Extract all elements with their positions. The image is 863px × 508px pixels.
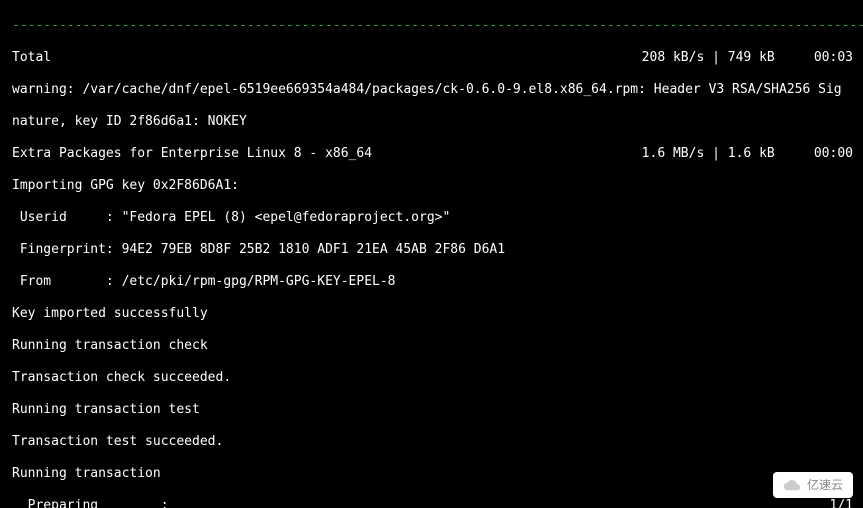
total-stats: 208 kB/s | 749 kB 00:03 bbox=[642, 50, 863, 66]
key-imported-line: Key imported successfully bbox=[12, 306, 863, 322]
extra-packages-line: Extra Packages for Enterprise Linux 8 - … bbox=[12, 146, 863, 162]
separator-line: ----------------------------------------… bbox=[12, 18, 863, 34]
gpg-userid-line: Userid : "Fedora EPEL (8) <epel@fedorapr… bbox=[12, 210, 863, 226]
total-label: Total bbox=[12, 50, 51, 66]
terminal-output: ----------------------------------------… bbox=[0, 0, 863, 508]
extra-packages-stats: 1.6 MB/s | 1.6 kB 00:00 bbox=[642, 146, 863, 162]
cloud-icon bbox=[783, 476, 801, 494]
running-transaction-line: Running transaction bbox=[12, 466, 863, 482]
watermark-badge: 亿速云 bbox=[773, 472, 853, 498]
transaction-test-succeeded-line: Transaction test succeeded. bbox=[12, 434, 863, 450]
warning-line-2: nature, key ID 2f86d6a1: NOKEY bbox=[12, 114, 863, 130]
running-transaction-check-line: Running transaction check bbox=[12, 338, 863, 354]
watermark-text: 亿速云 bbox=[807, 477, 843, 493]
gpg-from-line: From : /etc/pki/rpm-gpg/RPM-GPG-KEY-EPEL… bbox=[12, 274, 863, 290]
step-label: Preparing : bbox=[12, 498, 169, 508]
step-progress: 1/1 bbox=[830, 498, 863, 508]
transaction-step-line: Preparing : 1/1 bbox=[12, 498, 863, 508]
total-summary-line: Total 208 kB/s | 749 kB 00:03 bbox=[12, 50, 863, 66]
transaction-check-succeeded-line: Transaction check succeeded. bbox=[12, 370, 863, 386]
gpg-fingerprint-line: Fingerprint: 94E2 79EB 8D8F 25B2 1810 AD… bbox=[12, 242, 863, 258]
warning-line-1: warning: /var/cache/dnf/epel-6519ee66935… bbox=[12, 82, 863, 98]
extra-packages-label: Extra Packages for Enterprise Linux 8 - … bbox=[12, 146, 372, 162]
gpg-importing-line: Importing GPG key 0x2F86D6A1: bbox=[12, 178, 863, 194]
running-transaction-test-line: Running transaction test bbox=[12, 402, 863, 418]
